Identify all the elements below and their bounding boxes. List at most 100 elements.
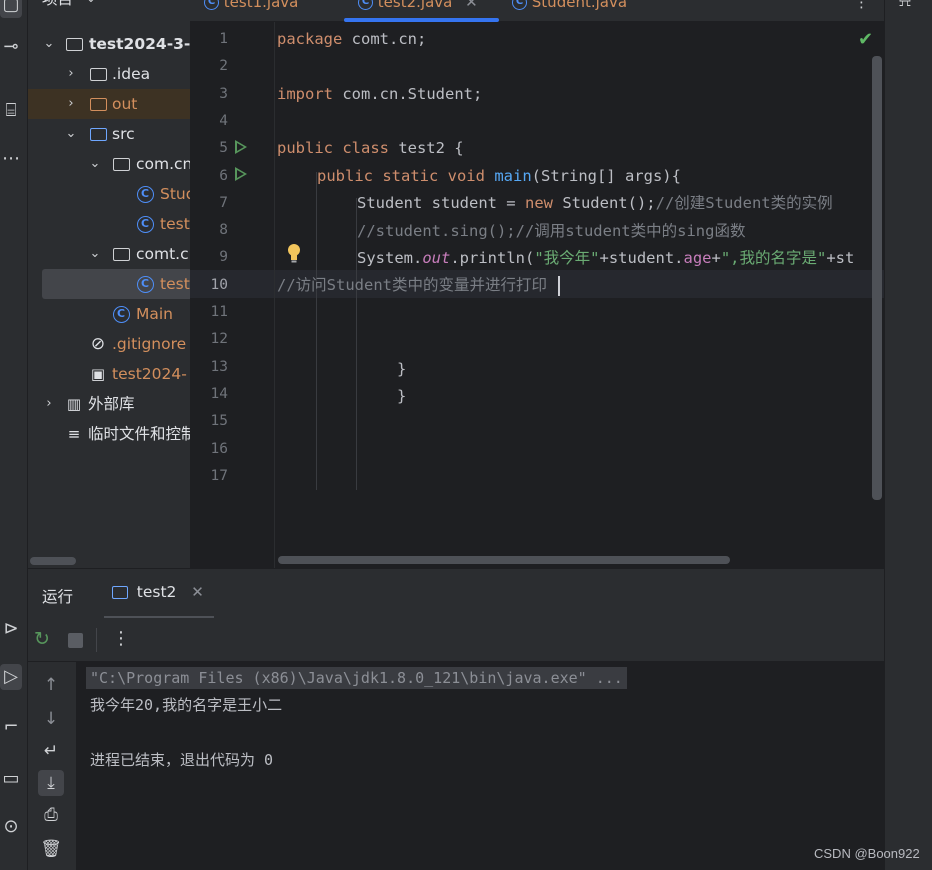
project-view-icon[interactable]: ▢ bbox=[0, 0, 22, 18]
code-line-1: package comt.cn; bbox=[277, 30, 427, 48]
close-icon[interactable]: ✕ bbox=[465, 0, 478, 11]
tree-item-package-com-cn[interactable]: ⌄ com.cn bbox=[28, 149, 190, 179]
code-line-7: Student student = new Student();//创建Stud… bbox=[357, 194, 833, 212]
tree-label: com.cn bbox=[136, 155, 190, 173]
console-output-line: 我今年20,我的名字是王小二 bbox=[90, 696, 283, 714]
notifications-icon[interactable]: ⍾ bbox=[899, 0, 911, 11]
run-class-icon[interactable] bbox=[235, 140, 247, 154]
terminal-icon[interactable]: ⌐ bbox=[0, 714, 22, 740]
close-icon[interactable]: ✕ bbox=[191, 583, 204, 601]
tree-item-iml-file[interactable]: ▣ test2024- bbox=[28, 359, 190, 389]
line-number: 5 bbox=[219, 140, 228, 157]
editor-vertical-scrollbar[interactable] bbox=[872, 56, 882, 500]
tab-label: test1.java bbox=[223, 0, 299, 11]
chevron-down-icon: ⌄ bbox=[89, 156, 101, 171]
chevron-right-icon: › bbox=[68, 66, 74, 81]
problems-icon[interactable]: ▭ bbox=[0, 766, 22, 792]
more-options-icon[interactable]: ⋮ bbox=[112, 628, 130, 649]
tree-item-project-root[interactable]: ⌄ test2024-3- bbox=[28, 29, 190, 59]
console-exit-line: 进程已结束，退出代码为 0 bbox=[90, 751, 274, 769]
rerun-icon[interactable]: ↻ bbox=[34, 628, 50, 650]
run-tool-icon[interactable]: ▷ bbox=[0, 664, 22, 690]
notifications-error-icon[interactable]: ⊙ bbox=[0, 814, 22, 840]
chevron-right-icon: › bbox=[46, 396, 52, 411]
tab-student-java[interactable]: C Student.java bbox=[512, 0, 627, 18]
tab-test1-java[interactable]: C test1.java bbox=[204, 0, 298, 18]
tree-item-main-class[interactable]: C Main bbox=[28, 299, 190, 329]
editor-horizontal-scrollbar[interactable] bbox=[278, 556, 730, 564]
tree-item-src[interactable]: ⌄ src bbox=[28, 119, 190, 149]
tab-label: test2.java bbox=[377, 0, 453, 11]
tree-item-scratches[interactable]: ≡ 临时文件和控制 bbox=[28, 419, 190, 449]
line-number: 17 bbox=[210, 467, 228, 484]
down-arrow-icon[interactable]: ↓ bbox=[38, 706, 64, 732]
java-class-icon: C bbox=[135, 209, 155, 239]
line-number: 1 bbox=[219, 31, 228, 47]
console-output[interactable]: "C:\Program Files (x86)\Java\jdk1.8.0_12… bbox=[76, 662, 884, 870]
tree-label: test2024-3- bbox=[89, 35, 190, 53]
tree-item-student-class[interactable]: C Stud bbox=[28, 179, 190, 209]
code-editor[interactable]: 1 2 3 4 5 6 7 8 9 10 11 12 13 14 15 16 17 package comt.c… bbox=[190, 22, 884, 568]
toolbar-divider bbox=[96, 628, 97, 652]
project-header[interactable]: 项目 ⌄ bbox=[28, 0, 190, 14]
java-class-icon: C bbox=[135, 269, 155, 299]
structure-icon[interactable]: ⌸ bbox=[0, 98, 22, 124]
run-tab-test2[interactable]: test2 ✕ bbox=[112, 583, 204, 607]
scroll-to-end-icon[interactable]: ⤓ bbox=[38, 770, 64, 796]
tab-options-icon[interactable]: ⋮ bbox=[854, 0, 869, 18]
print-icon[interactable]: ⎙ bbox=[38, 802, 64, 828]
code-line-10: //访问Student类中的变量并进行打印 bbox=[277, 276, 547, 294]
tree-item-test2-class-selected[interactable]: C test bbox=[42, 269, 190, 299]
java-class-icon: C bbox=[204, 0, 219, 10]
soft-wrap-icon[interactable]: ↵ bbox=[38, 738, 64, 764]
chevron-down-icon: ⌄ bbox=[84, 0, 98, 14]
tree-label: Main bbox=[136, 305, 174, 323]
tab-test2-java[interactable]: C test2.java ✕ bbox=[358, 0, 478, 18]
chevron-down-icon: ⌄ bbox=[89, 246, 101, 261]
right-tool-strip: ⍾ bbox=[884, 0, 932, 870]
no-problems-check-icon[interactable]: ✔ bbox=[858, 30, 876, 50]
chevron-right-icon: › bbox=[68, 96, 74, 111]
trash-icon[interactable]: 🗑 bbox=[38, 836, 64, 862]
lightbulb-icon[interactable] bbox=[287, 243, 301, 263]
tree-item-external-libraries[interactable]: › ▥ 外部库 bbox=[28, 389, 190, 419]
line-number: 7 bbox=[219, 194, 228, 211]
line-number: 15 bbox=[210, 413, 228, 430]
tree-label: .idea bbox=[112, 65, 151, 83]
up-arrow-icon[interactable]: ↑ bbox=[38, 672, 64, 698]
line-number: 8 bbox=[219, 222, 228, 239]
code-line-14: } bbox=[397, 387, 407, 405]
tab-label: Student.java bbox=[531, 0, 628, 11]
chevron-down-icon: ⌄ bbox=[43, 36, 55, 51]
java-class-icon: C bbox=[111, 299, 131, 329]
tree-item-package-comt-cn[interactable]: ⌄ comt.cn bbox=[28, 239, 190, 269]
line-number: 4 bbox=[219, 112, 228, 129]
code-line-6: public static void main(String[] args){ bbox=[317, 167, 681, 185]
project-horizontal-scrollbar[interactable] bbox=[30, 557, 76, 565]
gutter-separator bbox=[274, 22, 275, 568]
console-command-line: "C:\Program Files (x86)\Java\jdk1.8.0_12… bbox=[86, 667, 627, 689]
services-icon[interactable]: ⊳ bbox=[0, 616, 22, 642]
stop-icon[interactable] bbox=[68, 633, 83, 648]
run-panel-title: 运行 bbox=[42, 588, 74, 606]
code-line-3: import com.cn.Student; bbox=[277, 85, 483, 103]
tree-item-test-class[interactable]: C test bbox=[28, 209, 190, 239]
more-tools-icon[interactable]: ⋯ bbox=[0, 146, 22, 172]
library-icon: ▥ bbox=[66, 395, 82, 413]
run-main-icon[interactable] bbox=[235, 167, 247, 181]
excluded-folder-icon bbox=[88, 89, 108, 119]
line-number: 6 bbox=[219, 167, 228, 184]
text-caret bbox=[558, 276, 560, 296]
code-line-5: public class test2 { bbox=[277, 139, 464, 157]
module-file-icon: ▣ bbox=[90, 365, 106, 383]
tree-item-idea[interactable]: › .idea bbox=[28, 59, 190, 89]
run-config-icon bbox=[112, 586, 128, 599]
left-tool-strip: ▢ ⊸ ⌸ ⋯ ⊳ ▷ ⌐ ▭ ⊙ bbox=[0, 0, 28, 870]
tree-label: test2024- bbox=[112, 365, 187, 383]
tree-item-gitignore[interactable]: ⊘ .gitignore bbox=[28, 329, 190, 359]
run-side-toolbar: ↑ ↓ ↵ ⤓ ⎙ 🗑 bbox=[28, 662, 76, 870]
tree-item-out[interactable]: › out bbox=[28, 89, 190, 119]
line-number: 14 bbox=[210, 385, 228, 402]
commit-icon[interactable]: ⊸ bbox=[0, 34, 22, 60]
scratches-icon: ≡ bbox=[67, 425, 81, 443]
